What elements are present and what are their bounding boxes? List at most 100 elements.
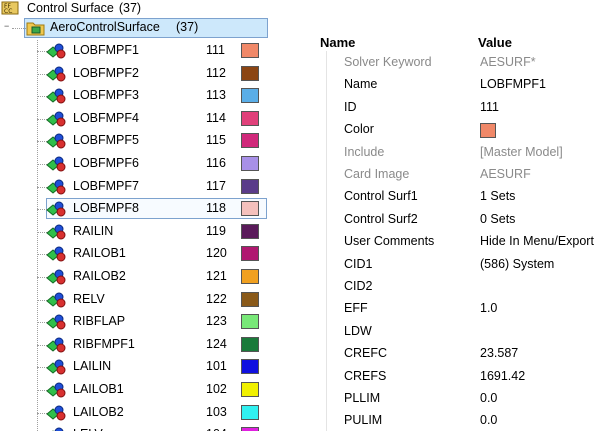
property-row-include: Include [Master Model] (316, 142, 608, 164)
color-swatch[interactable] (241, 133, 259, 149)
control-surface-icon (46, 66, 68, 82)
property-row-name[interactable]: Name LOBFMPF1 (316, 74, 608, 96)
color-swatch[interactable] (241, 201, 259, 217)
tree-item-name: LELV (73, 427, 103, 431)
property-value[interactable]: LOBFMPF1 (480, 77, 546, 91)
color-swatch[interactable] (241, 246, 259, 262)
tree-connector (12, 28, 26, 29)
color-swatch[interactable] (241, 43, 259, 58)
tree-item-name: LAILOB2 (73, 404, 124, 419)
svg-text:CC: CC (4, 8, 12, 15)
control-surface-icon (46, 156, 68, 172)
tree-item-name: RAILOB2 (73, 269, 126, 283)
property-value: AESURF (480, 167, 531, 181)
color-swatch[interactable] (241, 427, 259, 431)
control-surface-icon (46, 314, 68, 330)
tree-item-name: LOBFMPF8 (73, 201, 139, 216)
property-name: Control Surf1 (344, 189, 418, 204)
property-row-solver-keyword: Solver Keyword AESURF* (316, 52, 608, 74)
property-value[interactable]: 0.0 (480, 413, 497, 427)
tree-item-lobfmpf1[interactable]: LOBFMPF1 111 (0, 40, 300, 62)
property-row-ldw[interactable]: LDW (316, 321, 608, 343)
property-row-user-comments[interactable]: User Comments Hide In Menu/Export (316, 231, 608, 253)
control-surface-icon (46, 292, 68, 308)
color-swatch[interactable] (241, 382, 259, 397)
tree-item-lailin[interactable]: LAILIN 101 (0, 356, 300, 378)
property-value[interactable]: 23.587 (480, 346, 518, 360)
tree-item-lailob1[interactable]: LAILOB1 102 (0, 379, 300, 401)
color-swatch[interactable] (241, 336, 259, 352)
property-value[interactable]: 0.0 (480, 391, 497, 405)
tree-item-railob1[interactable]: RAILOB1 120 (0, 243, 300, 265)
color-swatch[interactable] (241, 65, 259, 81)
property-value: AESURF* (480, 55, 536, 69)
tree-item-relv[interactable]: RELV 122 (0, 289, 300, 311)
tree-root-count: (37) (118, 1, 142, 15)
property-value[interactable]: Hide In Menu/Export (480, 234, 594, 248)
property-row-card-image: Card Image AESURF (316, 164, 608, 186)
property-name: Card Image (344, 167, 410, 181)
property-value[interactable]: 111 (480, 100, 499, 114)
property-row-crefs[interactable]: CREFS 1691.42 (316, 366, 608, 388)
property-name: Include (344, 144, 385, 159)
tree-item-railin[interactable]: RAILIN 119 (0, 221, 300, 243)
property-value[interactable]: 1691.42 (480, 369, 525, 383)
tree-item-lobfmpf7[interactable]: LOBFMPF7 117 (0, 176, 300, 198)
tree-item-railob2[interactable]: RAILOB2 121 (0, 266, 300, 288)
control-surface-icon (46, 224, 68, 240)
control-surface-icon (46, 201, 68, 217)
color-swatch[interactable] (241, 291, 259, 307)
tree-item-lobfmpf6[interactable]: LOBFMPF6 116 (0, 153, 300, 175)
tree-folder-aerocontrolsurface[interactable]: − AeroControlSurface (37) (4, 18, 268, 40)
color-swatch[interactable] (241, 156, 259, 171)
tree-item-lobfmpf2[interactable]: LOBFMPF2 112 (0, 63, 300, 85)
tree-item-ribfmpf1[interactable]: RIBFMPF1 124 (0, 334, 300, 356)
tree-item-lobfmpf8[interactable]: LOBFMPF8 118 (0, 198, 300, 220)
control-surface-icon (46, 179, 68, 195)
tree-item-id: 117 (206, 178, 226, 193)
property-name: User Comments (344, 234, 435, 249)
tree-item-lelv[interactable]: LELV 104 (0, 424, 300, 431)
tree-item-lobfmpf5[interactable]: LOBFMPF5 115 (0, 130, 300, 152)
color-swatch[interactable] (241, 88, 259, 104)
color-swatch[interactable] (241, 404, 259, 420)
property-row-color[interactable]: Color (316, 119, 608, 141)
color-value-swatch[interactable] (480, 123, 496, 139)
tree-item-id: 121 (206, 269, 227, 283)
property-row-control-surf1[interactable]: Control Surf1 1 Sets (316, 186, 608, 208)
property-row-id[interactable]: ID 111 (316, 97, 608, 119)
property-row-cid1[interactable]: CID1 (586) System (316, 254, 608, 276)
tree-item-name: RAILIN (73, 223, 114, 238)
property-value[interactable]: 0 Sets (480, 212, 515, 226)
color-swatch[interactable] (241, 178, 259, 194)
control-surface-icon (46, 405, 68, 421)
property-value[interactable]: (586) System (480, 257, 554, 271)
column-header-value[interactable]: Value (478, 35, 512, 50)
tree-root-control-surface[interactable]: FF CC Control Surface (37) (0, 0, 141, 16)
property-value[interactable]: 1 Sets (480, 189, 515, 203)
control-surface-icon (46, 111, 68, 127)
property-row-eff[interactable]: EFF 1.0 (316, 298, 608, 320)
tree-item-id: 124 (206, 336, 227, 351)
color-swatch[interactable] (241, 110, 259, 126)
color-swatch[interactable] (241, 359, 259, 375)
properties-header: Name Value (316, 33, 608, 51)
tree-root-label: Control Surface (27, 1, 114, 15)
property-value[interactable]: 1.0 (480, 301, 497, 315)
tree-collapse-toggle[interactable]: − (4, 21, 9, 31)
tree-item-lobfmpf4[interactable]: LOBFMPF4 114 (0, 108, 300, 130)
property-row-cid2[interactable]: CID2 (316, 276, 608, 298)
color-swatch[interactable] (241, 269, 259, 284)
tree-item-lobfmpf3[interactable]: LOBFMPF3 113 (0, 85, 300, 107)
color-swatch[interactable] (241, 314, 259, 330)
property-name: Control Surf2 (344, 211, 418, 226)
tree-item-name: RAILOB1 (73, 246, 126, 261)
property-row-control-surf2[interactable]: Control Surf2 0 Sets (316, 209, 608, 231)
tree-item-lailob2[interactable]: LAILOB2 103 (0, 402, 300, 424)
property-row-crefc[interactable]: CREFC 23.587 (316, 343, 608, 365)
property-row-pllim[interactable]: PLLIM 0.0 (316, 388, 608, 410)
color-swatch[interactable] (241, 223, 259, 239)
tree-item-ribflap[interactable]: RIBFLAP 123 (0, 311, 300, 333)
column-header-name[interactable]: Name (320, 35, 355, 50)
property-row-pulim[interactable]: PULIM 0.0 (316, 410, 608, 432)
